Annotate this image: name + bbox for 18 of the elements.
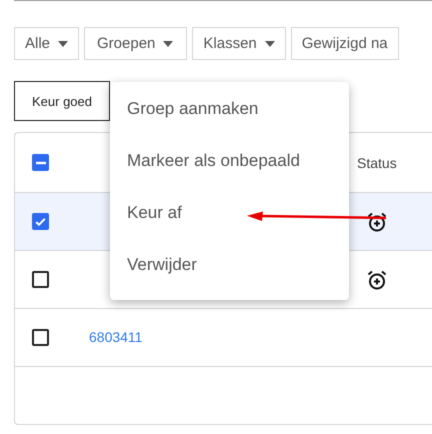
menu-item[interactable]: Groep aanmaken: [110, 88, 349, 140]
record-link[interactable]: 6803411: [89, 328, 142, 344]
caret-icon: [58, 40, 68, 46]
approve-button[interactable]: Keur goed: [14, 81, 110, 121]
checkmark-icon: [34, 215, 47, 228]
row-checkbox[interactable]: [32, 271, 49, 288]
select-all-checkbox[interactable]: [32, 154, 49, 171]
row-checkbox[interactable]: [32, 329, 49, 346]
menu-item[interactable]: Verwijder: [110, 244, 349, 296]
filter-dropdown[interactable]: Groepen: [84, 27, 188, 60]
row-checkbox[interactable]: [32, 213, 49, 230]
filter-dropdown[interactable]: Alle: [14, 27, 80, 60]
caret-icon: [264, 40, 275, 46]
column-header: Status: [357, 154, 397, 170]
menu-item[interactable]: Markeer als onbepaald: [110, 140, 349, 192]
filter-dropdown[interactable]: Klassen: [192, 27, 286, 60]
filter-dropdown[interactable]: Gewijzigd na: [290, 27, 399, 60]
caret-icon: [163, 40, 174, 46]
